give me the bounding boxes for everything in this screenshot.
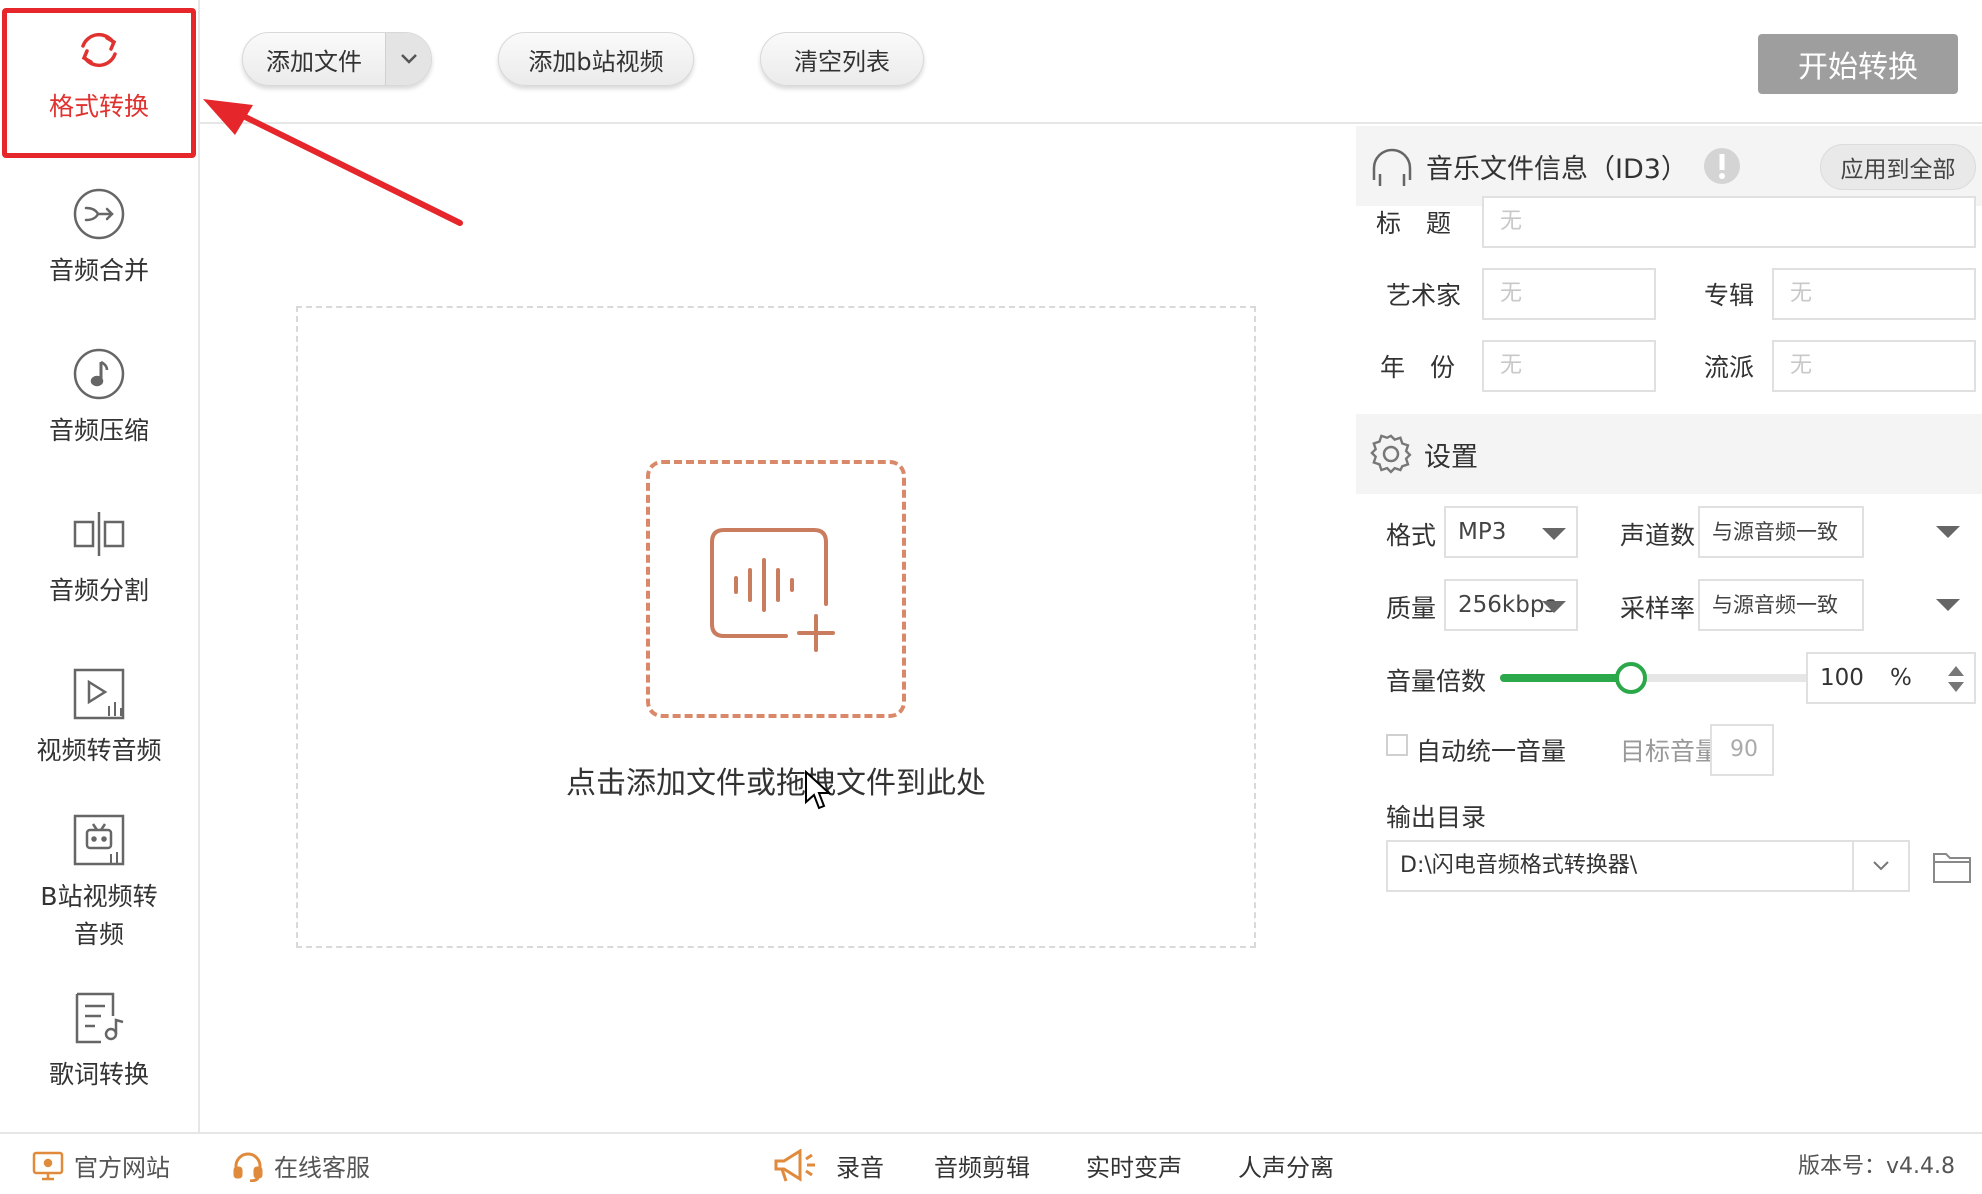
title-label: 标 题	[1376, 209, 1452, 238]
sidebar-item-audio-compress[interactable]: 音频压缩	[0, 346, 198, 450]
id3-title: 音乐文件信息（ID3）	[1426, 153, 1688, 185]
sidebar-item-label: 音频分割	[48, 576, 149, 605]
apply-to-all-button[interactable]: 应用到全部	[1820, 144, 1976, 190]
dropdown-arrow-icon	[1542, 601, 1566, 613]
audio-add-icon	[710, 528, 835, 652]
settings-title: 设置	[1424, 441, 1478, 473]
volume-value: 100	[1820, 665, 1864, 691]
record-label: 录音	[836, 1154, 884, 1182]
year-input[interactable]: 无	[1482, 340, 1656, 392]
gear-icon	[1370, 434, 1412, 474]
add-file-label: 添加文件	[266, 47, 362, 76]
channels-label: 声道数	[1620, 521, 1696, 550]
sidebar-item-label: 视频转音频	[36, 736, 162, 765]
album-input[interactable]: 无	[1772, 268, 1976, 320]
album-label: 专辑	[1704, 281, 1755, 310]
settings-panel: 音乐文件信息（ID3） 应用到全部 标 题 无 艺术家 无 专辑 无 年 份 无…	[1356, 126, 1982, 1126]
year-label: 年 份	[1380, 353, 1456, 382]
title-input[interactable]: 无	[1482, 196, 1976, 248]
samplerate-label: 采样率	[1620, 594, 1696, 623]
official-website-link[interactable]: 官方网站	[32, 1148, 170, 1183]
dropdown-arrow-icon	[1542, 528, 1566, 540]
sidebar-item-label: 音频合并	[48, 256, 149, 285]
mouse-cursor-icon	[805, 770, 832, 810]
channels-select[interactable]: 与源音频一致	[1698, 506, 1864, 558]
music-note-icon	[71, 346, 127, 402]
sidebar-item-label: 音频压缩	[48, 416, 149, 445]
lyrics-icon	[71, 990, 127, 1046]
record-link[interactable]: 录音	[772, 1148, 884, 1183]
samplerate-select[interactable]: 与源音频一致	[1698, 579, 1864, 631]
add-bilibili-button[interactable]: 添加b站视频	[498, 32, 694, 86]
output-dir-value: D:\闪电音频格式转换器\	[1400, 853, 1638, 878]
volume-slider[interactable]	[1500, 662, 1828, 694]
stepper-arrows-icon[interactable]	[1946, 662, 1966, 696]
genre-input[interactable]: 无	[1772, 340, 1976, 392]
sidebar-item-audio-merge[interactable]: 音频合并	[0, 186, 198, 290]
sidebar-item-bilibili-to-audio[interactable]: B站视频转音频	[0, 812, 198, 954]
target-volume-label: 目标音量	[1620, 737, 1721, 766]
clear-list-button[interactable]: 清空列表	[760, 32, 924, 86]
add-audio-target[interactable]	[646, 460, 906, 718]
volume-slider-fill	[1500, 674, 1632, 682]
output-dir-label: 输出目录	[1386, 803, 1487, 832]
audio-edit-link[interactable]: 音频剪辑	[934, 1148, 1030, 1183]
dropdown-arrow-icon[interactable]	[1936, 526, 1960, 538]
target-volume-input[interactable]: 90	[1710, 724, 1774, 776]
dropdown-arrow-icon[interactable]	[1936, 599, 1960, 611]
monitor-icon	[32, 1151, 64, 1180]
add-file-dropdown[interactable]	[385, 33, 431, 85]
online-support-label: 在线客服	[274, 1154, 370, 1182]
add-file-button[interactable]: 添加文件	[242, 32, 432, 86]
chevron-down-icon	[1873, 861, 1889, 871]
chevron-down-icon	[400, 54, 417, 64]
sidebar: 格式转换 音频合并 音频压缩 音频分割 视频转音频 B站视频转音频 歌词转换	[0, 0, 200, 1132]
info-icon[interactable]	[1702, 146, 1742, 186]
drop-hint-text: 点击添加文件或拖拽文件到此处	[566, 766, 986, 801]
headset-icon	[233, 1152, 263, 1182]
format-value: MP3	[1458, 519, 1507, 545]
quality-select[interactable]: 256kbps	[1444, 579, 1578, 631]
genre-label: 流派	[1704, 353, 1755, 382]
id3-section-header: 音乐文件信息（ID3） 应用到全部	[1356, 126, 1982, 206]
sidebar-item-audio-split[interactable]: 音频分割	[0, 506, 198, 610]
volume-stepper[interactable]: 100 %	[1806, 652, 1976, 704]
folder-icon[interactable]	[1932, 848, 1972, 884]
artist-label: 艺术家	[1386, 281, 1462, 310]
split-icon	[71, 506, 127, 562]
settings-section-header: 设置	[1356, 414, 1982, 494]
annotation-arrow	[203, 99, 463, 226]
sidebar-item-lyrics-convert[interactable]: 歌词转换	[0, 990, 198, 1094]
volume-slider-knob[interactable]	[1615, 662, 1648, 694]
highlight-box	[2, 8, 196, 158]
start-convert-button[interactable]: 开始转换	[1758, 34, 1958, 94]
quality-label: 质量	[1386, 594, 1437, 623]
voice-change-link[interactable]: 实时变声	[1086, 1148, 1182, 1183]
official-website-label: 官方网站	[74, 1154, 170, 1182]
video-icon	[71, 666, 127, 722]
auto-volume-label: 自动统一音量	[1416, 737, 1567, 766]
footer: 官方网站 在线客服 录音 音频剪辑 实时变声 人声分离 版本号：v4.4.8	[0, 1132, 1982, 1194]
online-support-link[interactable]: 在线客服	[232, 1148, 370, 1183]
sidebar-item-label: B站视频转音频	[40, 882, 158, 949]
version-text: 版本号：v4.4.8	[1798, 1154, 1955, 1179]
format-select[interactable]: MP3	[1444, 506, 1578, 558]
merge-icon	[71, 186, 127, 242]
vocal-separation-link[interactable]: 人声分离	[1238, 1148, 1334, 1183]
sidebar-item-video-to-audio[interactable]: 视频转音频	[0, 666, 198, 770]
volume-unit: %	[1890, 665, 1912, 691]
channels-value: 与源音频一致	[1712, 520, 1838, 544]
volume-label: 音量倍数	[1386, 667, 1487, 696]
auto-volume-checkbox[interactable]	[1386, 734, 1408, 756]
megaphone-icon	[774, 1148, 815, 1182]
artist-input[interactable]: 无	[1482, 268, 1656, 320]
format-label: 格式	[1386, 521, 1437, 550]
sidebar-item-label: 歌词转换	[48, 1060, 149, 1089]
output-dir-select[interactable]: D:\闪电音频格式转换器\	[1386, 840, 1910, 892]
bilibili-icon	[71, 812, 127, 868]
headphones-icon	[1372, 148, 1412, 186]
samplerate-value: 与源音频一致	[1712, 593, 1838, 617]
output-dir-dropdown[interactable]	[1852, 842, 1908, 890]
